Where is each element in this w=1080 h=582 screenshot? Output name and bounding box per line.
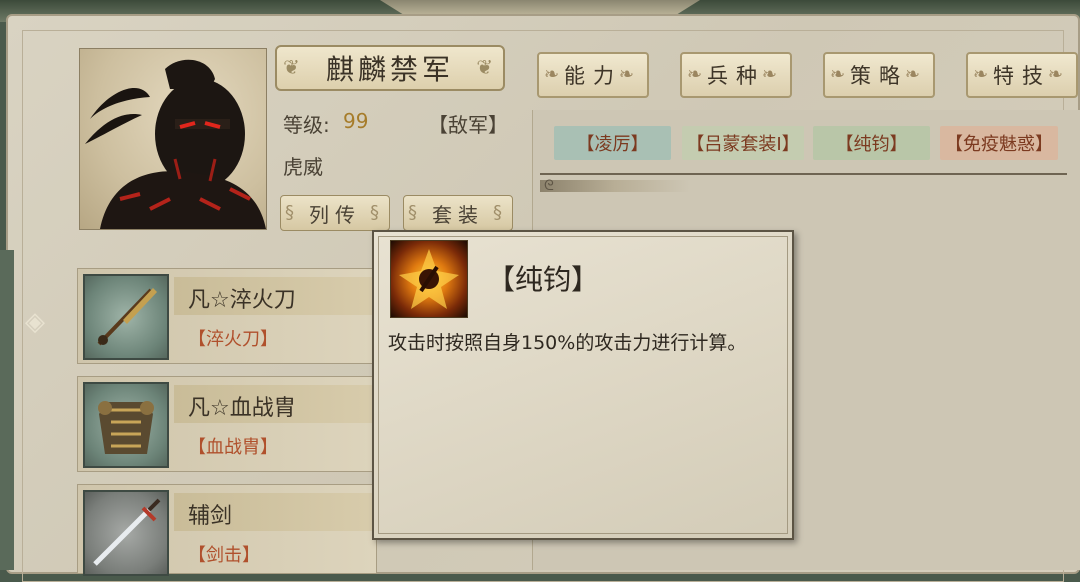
tab-strategy[interactable]: 策略 (823, 52, 935, 98)
equipment-slot-armor[interactable]: 凡☆血战胄 【血战胄】 (77, 376, 378, 472)
equipment-type: 【血战胄】 (188, 437, 278, 458)
equipment-type: 【剑击】 (188, 545, 260, 566)
skill-tag-charm-immunity[interactable]: 【免疫魅惑】 (940, 126, 1058, 160)
equipment-name: 辅剑 (188, 504, 233, 529)
skill-tag-lingli[interactable]: 【凌厉】 (554, 126, 671, 160)
set-button[interactable]: 套装 (403, 195, 513, 231)
biography-button[interactable]: 列传 (280, 195, 390, 231)
armor-icon (83, 382, 169, 468)
tab-skills[interactable]: 特技 (966, 52, 1078, 98)
skill-tooltip: 【纯钧】 攻击时按照自身150%的攻击力进行计算。 (372, 230, 794, 540)
general-subtitle: 虎威 (283, 155, 323, 179)
equipment-type: 【淬火刀】 (188, 329, 278, 350)
sword-icon (83, 490, 169, 576)
tab-ability[interactable]: 能力 (537, 52, 649, 98)
chunjun-skill-icon (390, 240, 468, 318)
faction-label: 【敌军】 (428, 113, 508, 137)
general-name-plate: 麒麟禁军 (275, 45, 505, 91)
equipment-name: 凡☆淬火刀 (188, 288, 296, 313)
divider-bar (540, 180, 690, 192)
tooltip-title: 【纯钧】 (487, 263, 600, 296)
left-edge (0, 250, 14, 570)
skill-tag-chunjun[interactable]: 【纯钧】 (813, 126, 930, 160)
equipment-slot-weapon[interactable]: 凡☆淬火刀 【淬火刀】 (77, 268, 378, 364)
level-value: 99 (343, 109, 369, 133)
previous-arrow-icon[interactable]: ◈ (18, 305, 52, 339)
tooltip-description: 攻击时按照自身150%的攻击力进行计算。 (388, 332, 747, 354)
skill-tag-lumeng-set[interactable]: 【吕蒙套装Ⅰ】 (682, 126, 804, 160)
tab-troop-type[interactable]: 兵种 (680, 52, 792, 98)
divider-line (540, 173, 1067, 175)
level-label: 等级: (283, 113, 330, 137)
equipment-name: 凡☆血战胄 (188, 396, 296, 421)
general-portrait (79, 48, 267, 230)
blade-icon (83, 274, 169, 360)
divider-curl-icon: ᘓ (544, 178, 554, 194)
equipment-slot-auxiliary[interactable]: 辅剑 【剑击】 (77, 484, 378, 576)
